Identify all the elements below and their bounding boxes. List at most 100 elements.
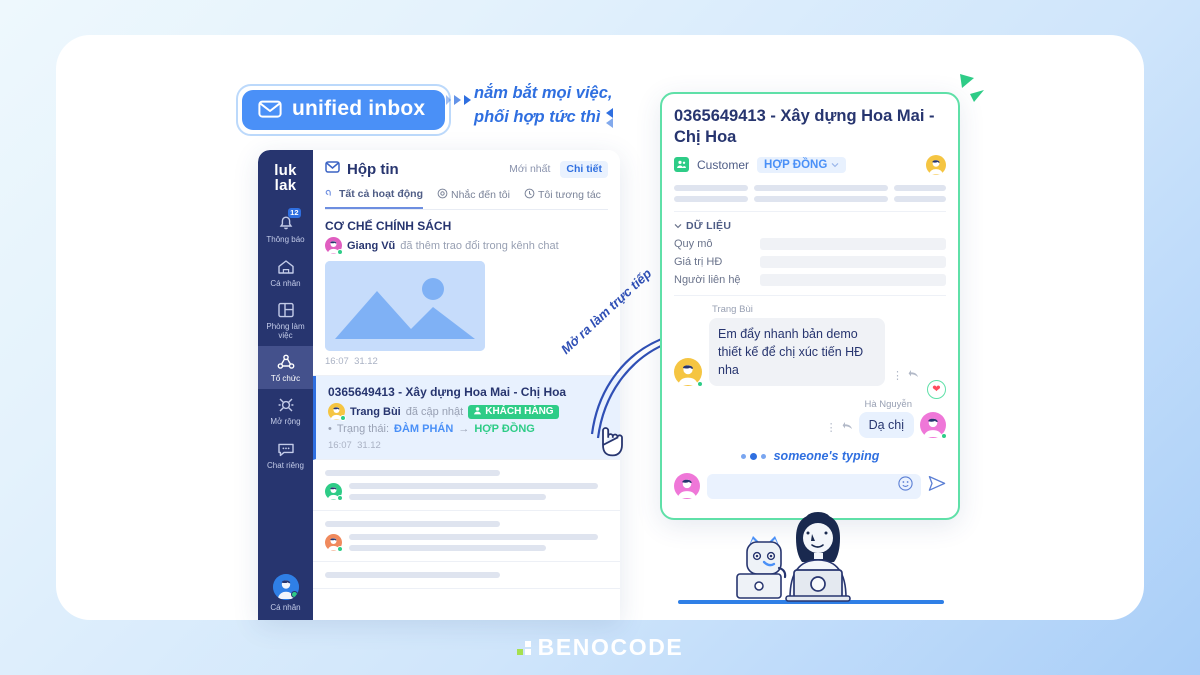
sidebar-item-label: Mở rộng <box>270 417 301 427</box>
pet-illustration <box>736 536 787 599</box>
sidebar-item-notifications[interactable]: 12 Thông báo <box>258 205 313 250</box>
benocode-logo-icon <box>516 640 531 655</box>
arrow-left-icon <box>606 107 614 128</box>
data-section-heading[interactable]: DỮ LIỆU <box>674 220 946 232</box>
skeleton-bar <box>754 195 888 202</box>
stage-chip-label: HỢP ĐỒNG <box>764 158 828 171</box>
skeleton-bar <box>325 572 501 578</box>
status-from: ĐÀM PHÁN <box>394 423 454 435</box>
online-indicator <box>337 546 343 552</box>
unified-inbox-pill-outline: unified inbox <box>236 84 452 136</box>
unified-inbox-banner: unified inbox <box>236 84 452 136</box>
sidebar-item-label: Phòng làm việc <box>266 321 305 340</box>
data-field-value[interactable] <box>760 273 946 286</box>
chevron-down-icon <box>831 159 839 171</box>
segment-detail[interactable]: Chi tiết <box>560 160 608 178</box>
online-indicator <box>340 415 346 421</box>
message-input[interactable] <box>707 473 921 499</box>
activity-icon <box>325 187 336 201</box>
brand-name: BENOCODE <box>537 634 684 660</box>
reply-icon[interactable] <box>842 421 853 434</box>
conversation-author: Trang Bùi <box>350 405 401 418</box>
footer-branding: BENOCODE <box>0 620 1200 675</box>
segment-latest[interactable]: Mới nhất <box>503 161 556 178</box>
banner-tagline: nắm bắt mọi việc, phối hợp tức thì <box>474 82 654 130</box>
list-item-placeholder <box>313 562 620 589</box>
sidebar-item-label: Tổ chức <box>270 374 301 384</box>
skeleton-bar <box>349 483 598 489</box>
reaction-heart-icon[interactable]: ❤ <box>927 380 946 400</box>
header-placeholder-bars <box>674 184 946 202</box>
status-label: Trạng thái: <box>336 423 390 435</box>
online-indicator <box>697 381 703 388</box>
tab-mentions[interactable]: Nhắc đến tôi <box>437 187 510 209</box>
status-badge: KHÁCH HÀNG <box>468 404 559 419</box>
message-sender: Hà Nguyễn <box>864 399 912 411</box>
tab-my-interactions[interactable]: Tôi tương tác <box>524 187 601 209</box>
page-title: Hộp tin <box>325 160 399 178</box>
customer-icon <box>674 157 689 173</box>
inbox-view-toggle: Mới nhất Chi tiết <box>503 160 608 178</box>
data-section: DỮ LIỆU Quy mô Giá trị HĐ Người liên hệ <box>674 210 946 286</box>
conversation-action: đã thêm trao đổi trong kênh chat <box>400 239 559 252</box>
clock-icon <box>524 188 535 202</box>
message-incoming: Em đẩy nhanh bản demo thiết kế để chị xú… <box>674 317 946 388</box>
sidebar-item-private-chat[interactable]: Chat riêng <box>258 433 313 476</box>
online-indicator <box>290 591 298 598</box>
avatar <box>325 534 343 552</box>
conversation-image-preview[interactable] <box>325 261 485 351</box>
customer-label: Customer <box>697 157 750 172</box>
skeleton-bar <box>325 470 501 476</box>
message-tools[interactable]: ⋮ <box>826 421 853 438</box>
sidebar-item-label: Chat riêng <box>267 460 304 470</box>
more-icon[interactable]: ⋮ <box>826 421 837 434</box>
chevron-down-icon <box>674 220 682 232</box>
cursor-pointer-icon <box>594 422 628 463</box>
avatar <box>325 237 343 255</box>
data-field-label: Giá trị HĐ <box>674 255 723 268</box>
skeleton-bar <box>325 521 501 527</box>
message-tools[interactable]: ⋮ <box>892 369 919 386</box>
message-sender: Trang Bùi <box>712 303 753 315</box>
avatar <box>674 473 700 500</box>
sidebar-profile-label: Cá nhân <box>270 603 301 612</box>
skeleton-bar <box>894 195 946 202</box>
message-list: Trang Bùi Em đẩy nhanh bản demo thiết kế… <box>674 294 947 518</box>
sidebar-item-expand[interactable]: Mở rộng <box>258 389 313 432</box>
customer-icon <box>473 406 482 418</box>
sidebar-item-workspace[interactable]: Phòng làm việc <box>258 294 313 346</box>
tab-label: Tất cả hoạt động <box>339 188 423 200</box>
skeleton-bar <box>349 534 598 540</box>
avatar[interactable] <box>926 154 946 175</box>
data-section-title: DỮ LIỆU <box>686 219 732 232</box>
avatar <box>325 483 343 501</box>
mention-icon <box>437 188 448 202</box>
typing-indicator: someone's typing <box>674 449 946 463</box>
tab-all-activity[interactable]: Tất cả hoạt động <box>325 187 423 209</box>
data-field-label: Quy mô <box>674 237 713 250</box>
avatar <box>920 412 947 440</box>
tagline-line-2: phối hợp tức thì <box>474 107 601 126</box>
unified-inbox-pill[interactable]: unified inbox <box>242 90 446 130</box>
conversation-action: đã cập nhật <box>405 405 464 418</box>
sidebar-item-personal[interactable]: Cá nhân <box>258 251 313 294</box>
message-bubble: Em đẩy nhanh bản demo thiết kế để chị xú… <box>709 317 885 387</box>
skeleton-bar <box>349 545 546 551</box>
data-field-value[interactable] <box>760 237 946 250</box>
reply-icon[interactable] <box>908 369 919 382</box>
data-field-value[interactable] <box>760 255 946 268</box>
chat-icon <box>260 440 311 458</box>
logo-line-2: lak <box>274 176 297 194</box>
status-arrow: → <box>458 423 470 435</box>
sidebar-profile[interactable]: Cá nhân <box>258 574 313 612</box>
sidebar-item-organization[interactable]: Tổ chức <box>258 346 313 390</box>
send-icon[interactable] <box>928 475 946 497</box>
sidebar-item-label: Thông báo <box>266 235 305 245</box>
more-icon[interactable]: ⋮ <box>892 369 903 382</box>
skeleton-bar <box>674 184 748 191</box>
list-item-placeholder <box>313 460 620 511</box>
message-bubble: Dạ chị <box>858 412 914 439</box>
stage-chip[interactable]: HỢP ĐỒNG <box>757 156 847 173</box>
data-field-row: Quy mô <box>674 237 946 250</box>
emoji-icon[interactable] <box>898 476 913 496</box>
